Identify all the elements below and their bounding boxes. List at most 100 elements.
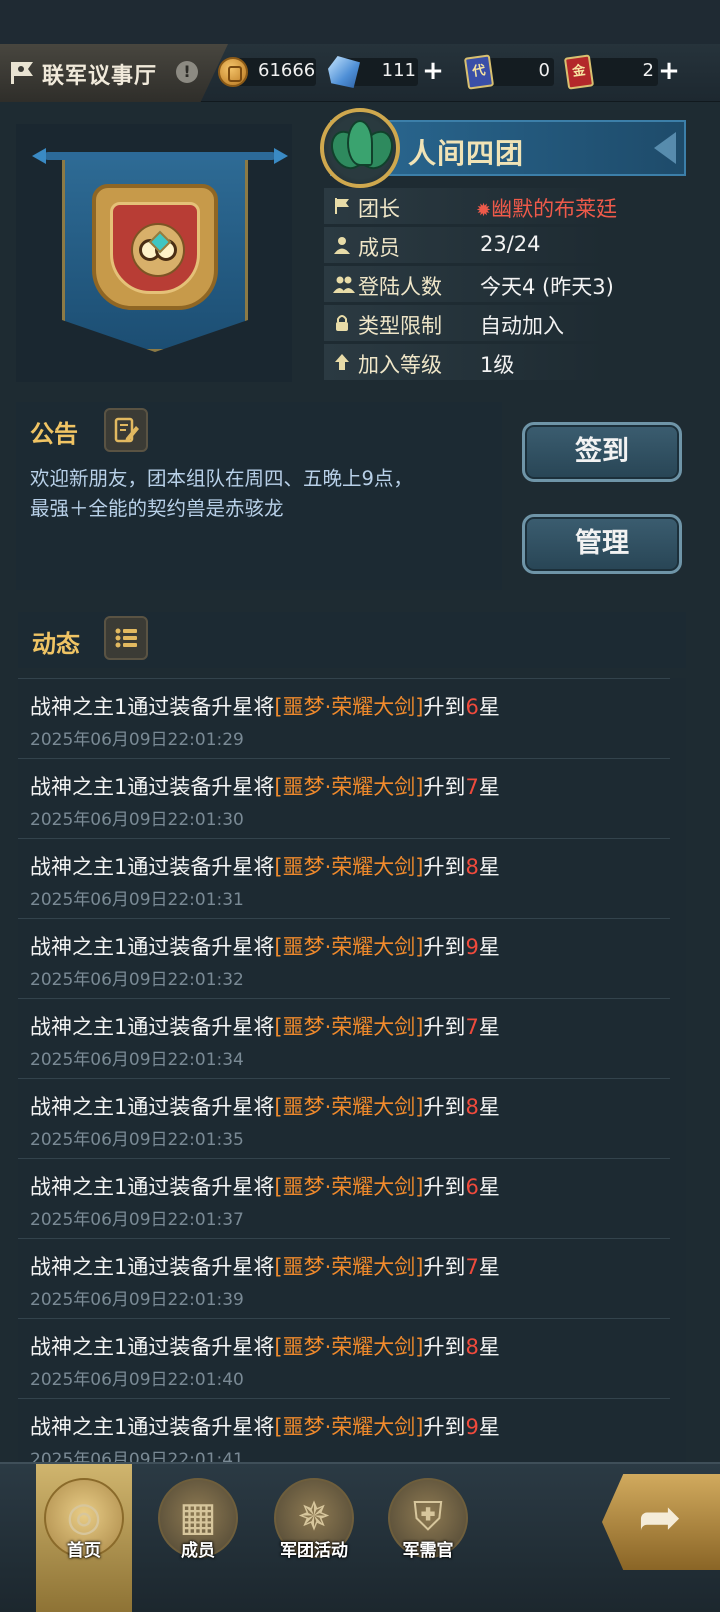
tab-quartermaster[interactable]: ⛨ 军需官	[380, 1464, 476, 1612]
feed-item: 战神之主1通过装备升星将[噩梦·荣耀大剑]升到9星 2025年06月09日22:0…	[18, 918, 670, 998]
feed-message: 战神之主1通过装备升星将[噩梦·荣耀大剑]升到8星	[30, 1095, 500, 1119]
feed-timestamp: 2025年06月09日22:01:29	[30, 730, 244, 750]
star-level: 6	[465, 695, 479, 719]
edit-icon	[114, 417, 139, 443]
flag-icon	[335, 198, 349, 214]
login-value: 今天4 (昨天3)	[480, 275, 614, 299]
members-label: 成员	[358, 236, 400, 260]
type-label: 类型限制	[358, 314, 442, 338]
star-level: 8	[465, 855, 479, 879]
feed-item: 战神之主1通过装备升星将[噩梦·荣耀大剑]升到9星 2025年06月09日22:0…	[18, 1398, 670, 1462]
tab-activity[interactable]: ✵ 军团活动	[266, 1464, 362, 1612]
gold-value: 61666	[258, 60, 316, 81]
blue-card-icon: 代	[463, 54, 495, 90]
feed-message: 战神之主1通过装备升星将[噩梦·荣耀大剑]升到9星	[30, 1415, 500, 1439]
star-level: 8	[465, 1095, 479, 1119]
add-red-card-button[interactable]: +	[656, 58, 682, 86]
feed-message: 战神之主1通过装备升星将[噩梦·荣耀大剑]升到8星	[30, 855, 500, 879]
info-row-level: 加入等级 1级	[324, 344, 606, 380]
notice-text: 欢迎新朋友，团本组队在周四、五晚上9点， 最强＋全能的契约兽是赤骇龙	[30, 467, 413, 520]
blue-card-value: 0	[538, 60, 550, 81]
sign-in-button[interactable]: 签到	[522, 422, 682, 482]
info-icon[interactable]: !	[176, 61, 198, 83]
leader-value[interactable]: ✹幽默的布莱廷	[476, 193, 617, 223]
item-link[interactable]: [噩梦·荣耀大剑]	[274, 775, 423, 799]
manage-button[interactable]: 管理	[522, 514, 682, 574]
guild-banner[interactable]	[16, 124, 292, 382]
feed-message: 战神之主1通过装备升星将[噩梦·荣耀大剑]升到8星	[30, 1335, 500, 1359]
feed-message: 战神之主1通过装备升星将[噩梦·荣耀大剑]升到7星	[30, 1015, 500, 1039]
level-label: 加入等级	[358, 353, 442, 377]
info-row-members: 成员 23/24	[324, 227, 606, 263]
bottom-nav: ◎ 首页 ▦ 成员 ✵ 军团活动 ⛨ 军需官 ➦	[0, 1462, 720, 1612]
hall-title: 联军议事厅	[42, 64, 158, 89]
item-link[interactable]: [噩梦·荣耀大剑]	[274, 935, 423, 959]
level-up-icon	[335, 354, 349, 370]
info-row-leader: 团长 ✹幽默的布莱廷	[324, 188, 617, 224]
info-row-type: 类型限制 自动加入	[324, 305, 606, 341]
add-crystal-button[interactable]: +	[420, 58, 446, 86]
owl-crest-icon	[92, 184, 218, 310]
crystal-value: 111	[381, 60, 416, 81]
guild-name: 人间四团	[408, 137, 525, 170]
crystal-resource: 111 +	[328, 56, 450, 88]
person-icon	[334, 237, 350, 254]
leader-label: 团长	[358, 197, 400, 221]
login-label: 登陆人数	[358, 275, 442, 299]
notice-title: 公告	[30, 420, 78, 448]
feed-list-button[interactable]	[104, 616, 148, 660]
item-link[interactable]: [噩梦·荣耀大剑]	[274, 1095, 423, 1119]
feed-timestamp: 2025年06月09日22:01:37	[30, 1210, 244, 1230]
feed-item: 战神之主1通过装备升星将[噩梦·荣耀大剑]升到6星 2025年06月09日22:0…	[18, 678, 670, 758]
star-level: 9	[465, 935, 479, 959]
item-link[interactable]: [噩梦·荣耀大剑]	[274, 1175, 423, 1199]
blue-card-resource: 代 0	[463, 54, 556, 90]
item-link[interactable]: [噩梦·荣耀大剑]	[274, 1335, 423, 1359]
top-bar: 联军议事厅 ! 61666 111 + 代 0 金 2 +	[0, 44, 720, 102]
info-row-login: 登陆人数 今天4 (昨天3)	[324, 266, 614, 302]
share-button[interactable]: ➦	[602, 1474, 720, 1570]
feed-item: 战神之主1通过装备升星将[噩梦·荣耀大剑]升到8星 2025年06月09日22:0…	[18, 838, 670, 918]
red-card-icon: 金	[563, 54, 595, 90]
feed-item: 战神之主1通过装备升星将[噩梦·荣耀大剑]升到6星 2025年06月09日22:0…	[18, 1158, 670, 1238]
feed-item: 战神之主1通过装备升星将[噩梦·荣耀大剑]升到7星 2025年06月09日22:0…	[18, 998, 670, 1078]
members-value: 23/24	[480, 232, 541, 256]
feed-item: 战神之主1通过装备升星将[噩梦·荣耀大剑]升到7星 2025年06月09日22:0…	[18, 758, 670, 838]
item-link[interactable]: [噩梦·荣耀大剑]	[274, 1255, 423, 1279]
item-link[interactable]: [噩梦·荣耀大剑]	[274, 1015, 423, 1039]
feed-timestamp: 2025年06月09日22:01:32	[30, 970, 244, 990]
feed-timestamp: 2025年06月09日22:01:31	[30, 890, 244, 910]
tab-members[interactable]: ▦ 成员	[150, 1464, 246, 1612]
feed-item: 战神之主1通过装备升星将[噩梦·荣耀大剑]升到7星 2025年06月09日22:0…	[18, 1238, 670, 1318]
list-icon	[115, 628, 137, 648]
item-link[interactable]: [噩梦·荣耀大剑]	[274, 695, 423, 719]
feed-list[interactable]: 战神之主1通过装备升星将[噩梦·荣耀大剑]升到6星 2025年06月09日22:0…	[18, 678, 686, 1462]
lock-icon	[336, 315, 348, 331]
feed-timestamp: 2025年06月09日22:01:39	[30, 1290, 244, 1310]
status-bar	[0, 0, 720, 44]
star-level: 9	[465, 1415, 479, 1439]
tab-home[interactable]: ◎ 首页	[36, 1464, 132, 1612]
star-level: 8	[465, 1335, 479, 1359]
hall-title-plate: 联军议事厅 !	[0, 44, 228, 102]
item-link[interactable]: [噩梦·荣耀大剑]	[274, 1415, 423, 1439]
feed-timestamp: 2025年06月09日22:01:35	[30, 1130, 244, 1150]
feed-message: 战神之主1通过装备升星将[噩梦·荣耀大剑]升到7星	[30, 775, 500, 799]
people-icon	[333, 276, 355, 293]
gold-resource: 61666	[218, 56, 318, 88]
star-level: 7	[465, 775, 479, 799]
feed-message: 战神之主1通过装备升星将[噩梦·荣耀大剑]升到6星	[30, 1175, 500, 1199]
share-arrow-icon: ➦	[638, 1488, 682, 1548]
red-card-resource: 金 2 +	[563, 54, 688, 90]
feed-timestamp: 2025年06月09日22:01:34	[30, 1050, 244, 1070]
star-level: 6	[465, 1175, 479, 1199]
hall-flag-icon	[11, 62, 33, 84]
arrow-left-icon	[654, 132, 676, 164]
feed-item: 战神之主1通过装备升星将[噩梦·荣耀大剑]升到8星 2025年06月09日22:0…	[18, 1318, 670, 1398]
red-card-value: 2	[642, 60, 654, 81]
feed-message: 战神之主1通过装备升星将[噩梦·荣耀大剑]升到6星	[30, 695, 500, 719]
level-value: 1级	[480, 353, 515, 377]
item-link[interactable]: [噩梦·荣耀大剑]	[274, 855, 423, 879]
edit-notice-button[interactable]	[104, 408, 148, 452]
feed-timestamp: 2025年06月09日22:01:40	[30, 1370, 244, 1390]
